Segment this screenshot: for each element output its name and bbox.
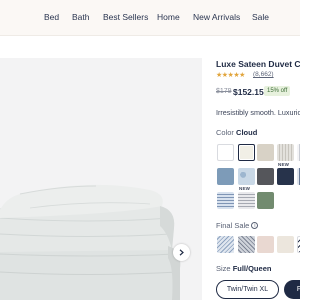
selected-size: Full/Queen — [232, 264, 272, 273]
swatch-blue[interactable] — [217, 168, 234, 185]
product-info: Luxe Sateen Duvet Cover Set ★★★★★ (8,662… — [216, 56, 300, 300]
original-price: $179 — [216, 88, 232, 95]
swatch-stripe-navy[interactable] — [297, 168, 300, 185]
next-image-button[interactable] — [173, 244, 190, 261]
sale-price: $152.15 — [233, 87, 264, 97]
rating-stars: ★★★★★ — [216, 72, 245, 79]
info-icon[interactable]: i — [251, 222, 259, 229]
size-label-text: Size — [216, 264, 231, 273]
swatch-blue-pattern[interactable] — [238, 168, 255, 185]
nav-item-new-arrivals[interactable]: New Arrivals — [193, 12, 240, 22]
final-sale-label: Final Sale i — [216, 221, 259, 230]
swatch-sand-light[interactable] — [277, 236, 294, 253]
swatch-cloud[interactable] — [238, 144, 255, 161]
swatch-stripe-navy-diag[interactable] — [297, 236, 300, 253]
swatch-sand[interactable] — [257, 144, 274, 161]
product-title: Luxe Sateen Duvet Cover Set — [216, 59, 300, 69]
nav-item-bath[interactable]: Bath — [72, 12, 90, 22]
swatch-wave-gray[interactable] — [238, 236, 255, 253]
color-label: Color Cloud — [216, 128, 257, 137]
review-count-link[interactable]: (8,662) — [253, 71, 274, 78]
size-option-full-queen[interactable]: Full/Queen — [284, 280, 300, 299]
new-tag: NEW — [278, 162, 290, 167]
new-tag: NEW — [239, 186, 251, 191]
nav-item-best-sellers[interactable]: Best Sellers — [103, 12, 148, 22]
swatch-stripe-gray[interactable] — [238, 192, 255, 209]
chevron-right-icon — [179, 249, 184, 256]
swatch-stripe-blue[interactable] — [217, 192, 234, 209]
discount-badge: 15% off — [264, 86, 291, 96]
size-label: Size Full/Queen — [216, 264, 271, 273]
swatch-sage[interactable] — [257, 192, 274, 209]
swatch-stripe-light[interactable] — [297, 144, 300, 161]
swatch-stripe-natural[interactable] — [277, 144, 294, 161]
color-label-text: Color — [216, 128, 234, 137]
nav-item-bed[interactable]: Bed — [44, 12, 59, 22]
top-nav: Bed Bath Best Sellers Home New Arrivals … — [0, 0, 300, 36]
selected-color: Cloud — [236, 128, 258, 137]
swatch-charcoal[interactable] — [257, 168, 274, 185]
swatch-white[interactable] — [217, 144, 234, 161]
nav-item-home[interactable]: Home — [157, 12, 180, 22]
product-image-gallery — [0, 58, 202, 300]
nav-item-sale[interactable]: Sale — [252, 12, 269, 22]
final-sale-text: Final Sale — [216, 221, 250, 230]
swatch-wave-blue[interactable] — [217, 236, 234, 253]
product-tagline: Irresistibly smooth. Luxuriously soft. — [216, 108, 300, 117]
size-option-twin[interactable]: Twin/Twin XL — [216, 280, 279, 299]
swatch-blush[interactable] — [257, 236, 274, 253]
duvet-image — [0, 58, 202, 300]
swatch-navy[interactable] — [277, 168, 294, 185]
